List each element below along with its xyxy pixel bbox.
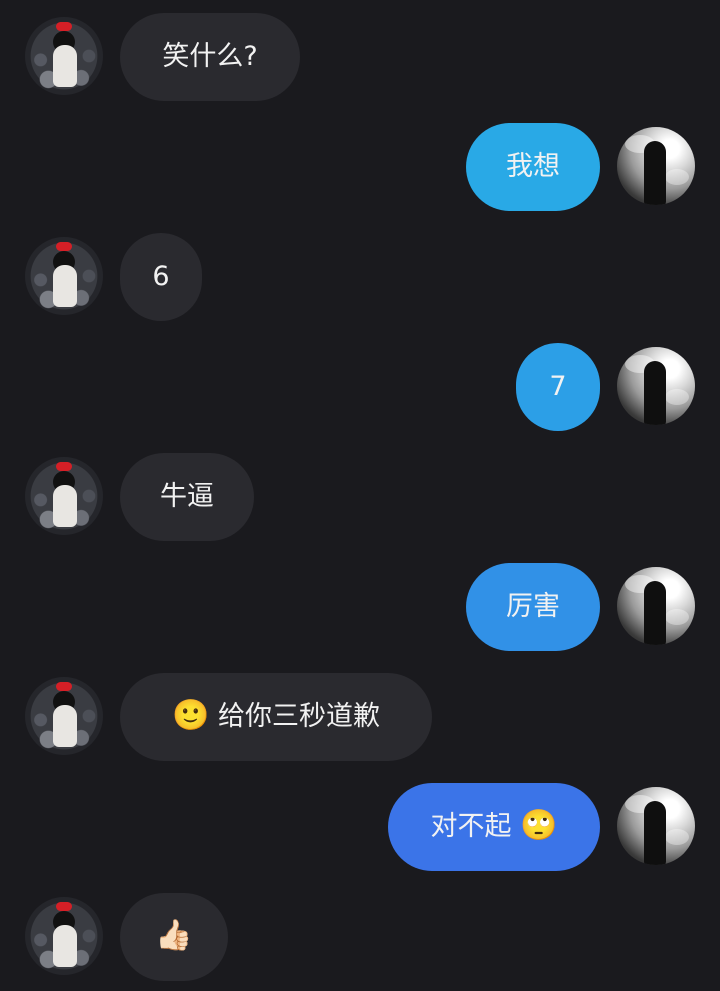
eye-roll-emoji-icon: 🙄 <box>520 807 558 843</box>
message-row-incoming: 🙂 给你三秒道歉 <box>0 660 720 761</box>
message-bubble[interactable]: 我想 <box>466 123 600 211</box>
message-bubble[interactable]: 6 <box>120 233 202 321</box>
message-bubble[interactable]: 👍🏻 <box>120 893 228 981</box>
avatar-body <box>53 705 77 747</box>
message-text: 对不起 <box>430 811 512 842</box>
message-text: 我想 <box>506 151 560 182</box>
avatar-bow <box>56 22 72 31</box>
slight-smile-emoji-icon: 🙂 <box>172 697 210 733</box>
message-row-outgoing: 7 <box>0 330 720 431</box>
avatar-body <box>53 925 77 967</box>
message-row-incoming: 👍🏻 <box>0 880 720 981</box>
message-text: 厉害 <box>506 591 560 622</box>
user-avatar[interactable] <box>617 787 695 865</box>
avatar-bow <box>56 462 72 471</box>
avatar-silhouette <box>644 581 666 645</box>
message-bubble[interactable]: 🙂 给你三秒道歉 <box>120 673 432 761</box>
avatar-bow <box>56 902 72 911</box>
avatar-cloud <box>665 389 689 405</box>
user-avatar[interactable] <box>617 567 695 645</box>
message-row-incoming: 牛逼 <box>0 440 720 541</box>
contact-avatar[interactable] <box>25 897 103 975</box>
avatar-silhouette <box>644 141 666 205</box>
chat-window[interactable]: 笑什么? 我想 6 7 牛逼 厉害 🙂 给你三秒道歉 对不起 🙄 👍🏻 <box>0 0 720 991</box>
avatar-cloud <box>665 169 689 185</box>
message-text: 牛逼 <box>160 481 214 512</box>
message-row-outgoing: 厉害 <box>0 550 720 651</box>
avatar-bow <box>56 242 72 251</box>
avatar-body <box>53 485 77 527</box>
contact-avatar[interactable] <box>25 457 103 535</box>
message-text: 6 <box>152 261 170 292</box>
message-row-outgoing: 对不起 🙄 <box>0 770 720 871</box>
avatar-body <box>53 45 77 87</box>
contact-avatar[interactable] <box>25 677 103 755</box>
thumbs-up-emoji-icon: 👍🏻 <box>155 917 193 953</box>
message-row-outgoing: 我想 <box>0 110 720 211</box>
avatar-bow <box>56 682 72 691</box>
message-text: 7 <box>549 371 567 402</box>
message-row-incoming: 6 <box>0 220 720 321</box>
message-bubble[interactable]: 7 <box>516 343 600 431</box>
avatar-silhouette <box>644 361 666 425</box>
avatar-cloud <box>665 829 689 845</box>
message-text: 笑什么? <box>162 41 258 72</box>
avatar-silhouette <box>644 801 666 865</box>
message-bubble[interactable]: 对不起 🙄 <box>388 783 600 871</box>
message-row-incoming: 笑什么? <box>0 0 720 101</box>
user-avatar[interactable] <box>617 347 695 425</box>
user-avatar[interactable] <box>617 127 695 205</box>
message-bubble[interactable]: 牛逼 <box>120 453 254 541</box>
message-bubble[interactable]: 笑什么? <box>120 13 300 101</box>
contact-avatar[interactable] <box>25 237 103 315</box>
avatar-body <box>53 265 77 307</box>
message-text: 给你三秒道歉 <box>217 701 380 732</box>
avatar-cloud <box>665 609 689 625</box>
contact-avatar[interactable] <box>25 17 103 95</box>
message-bubble[interactable]: 厉害 <box>466 563 600 651</box>
